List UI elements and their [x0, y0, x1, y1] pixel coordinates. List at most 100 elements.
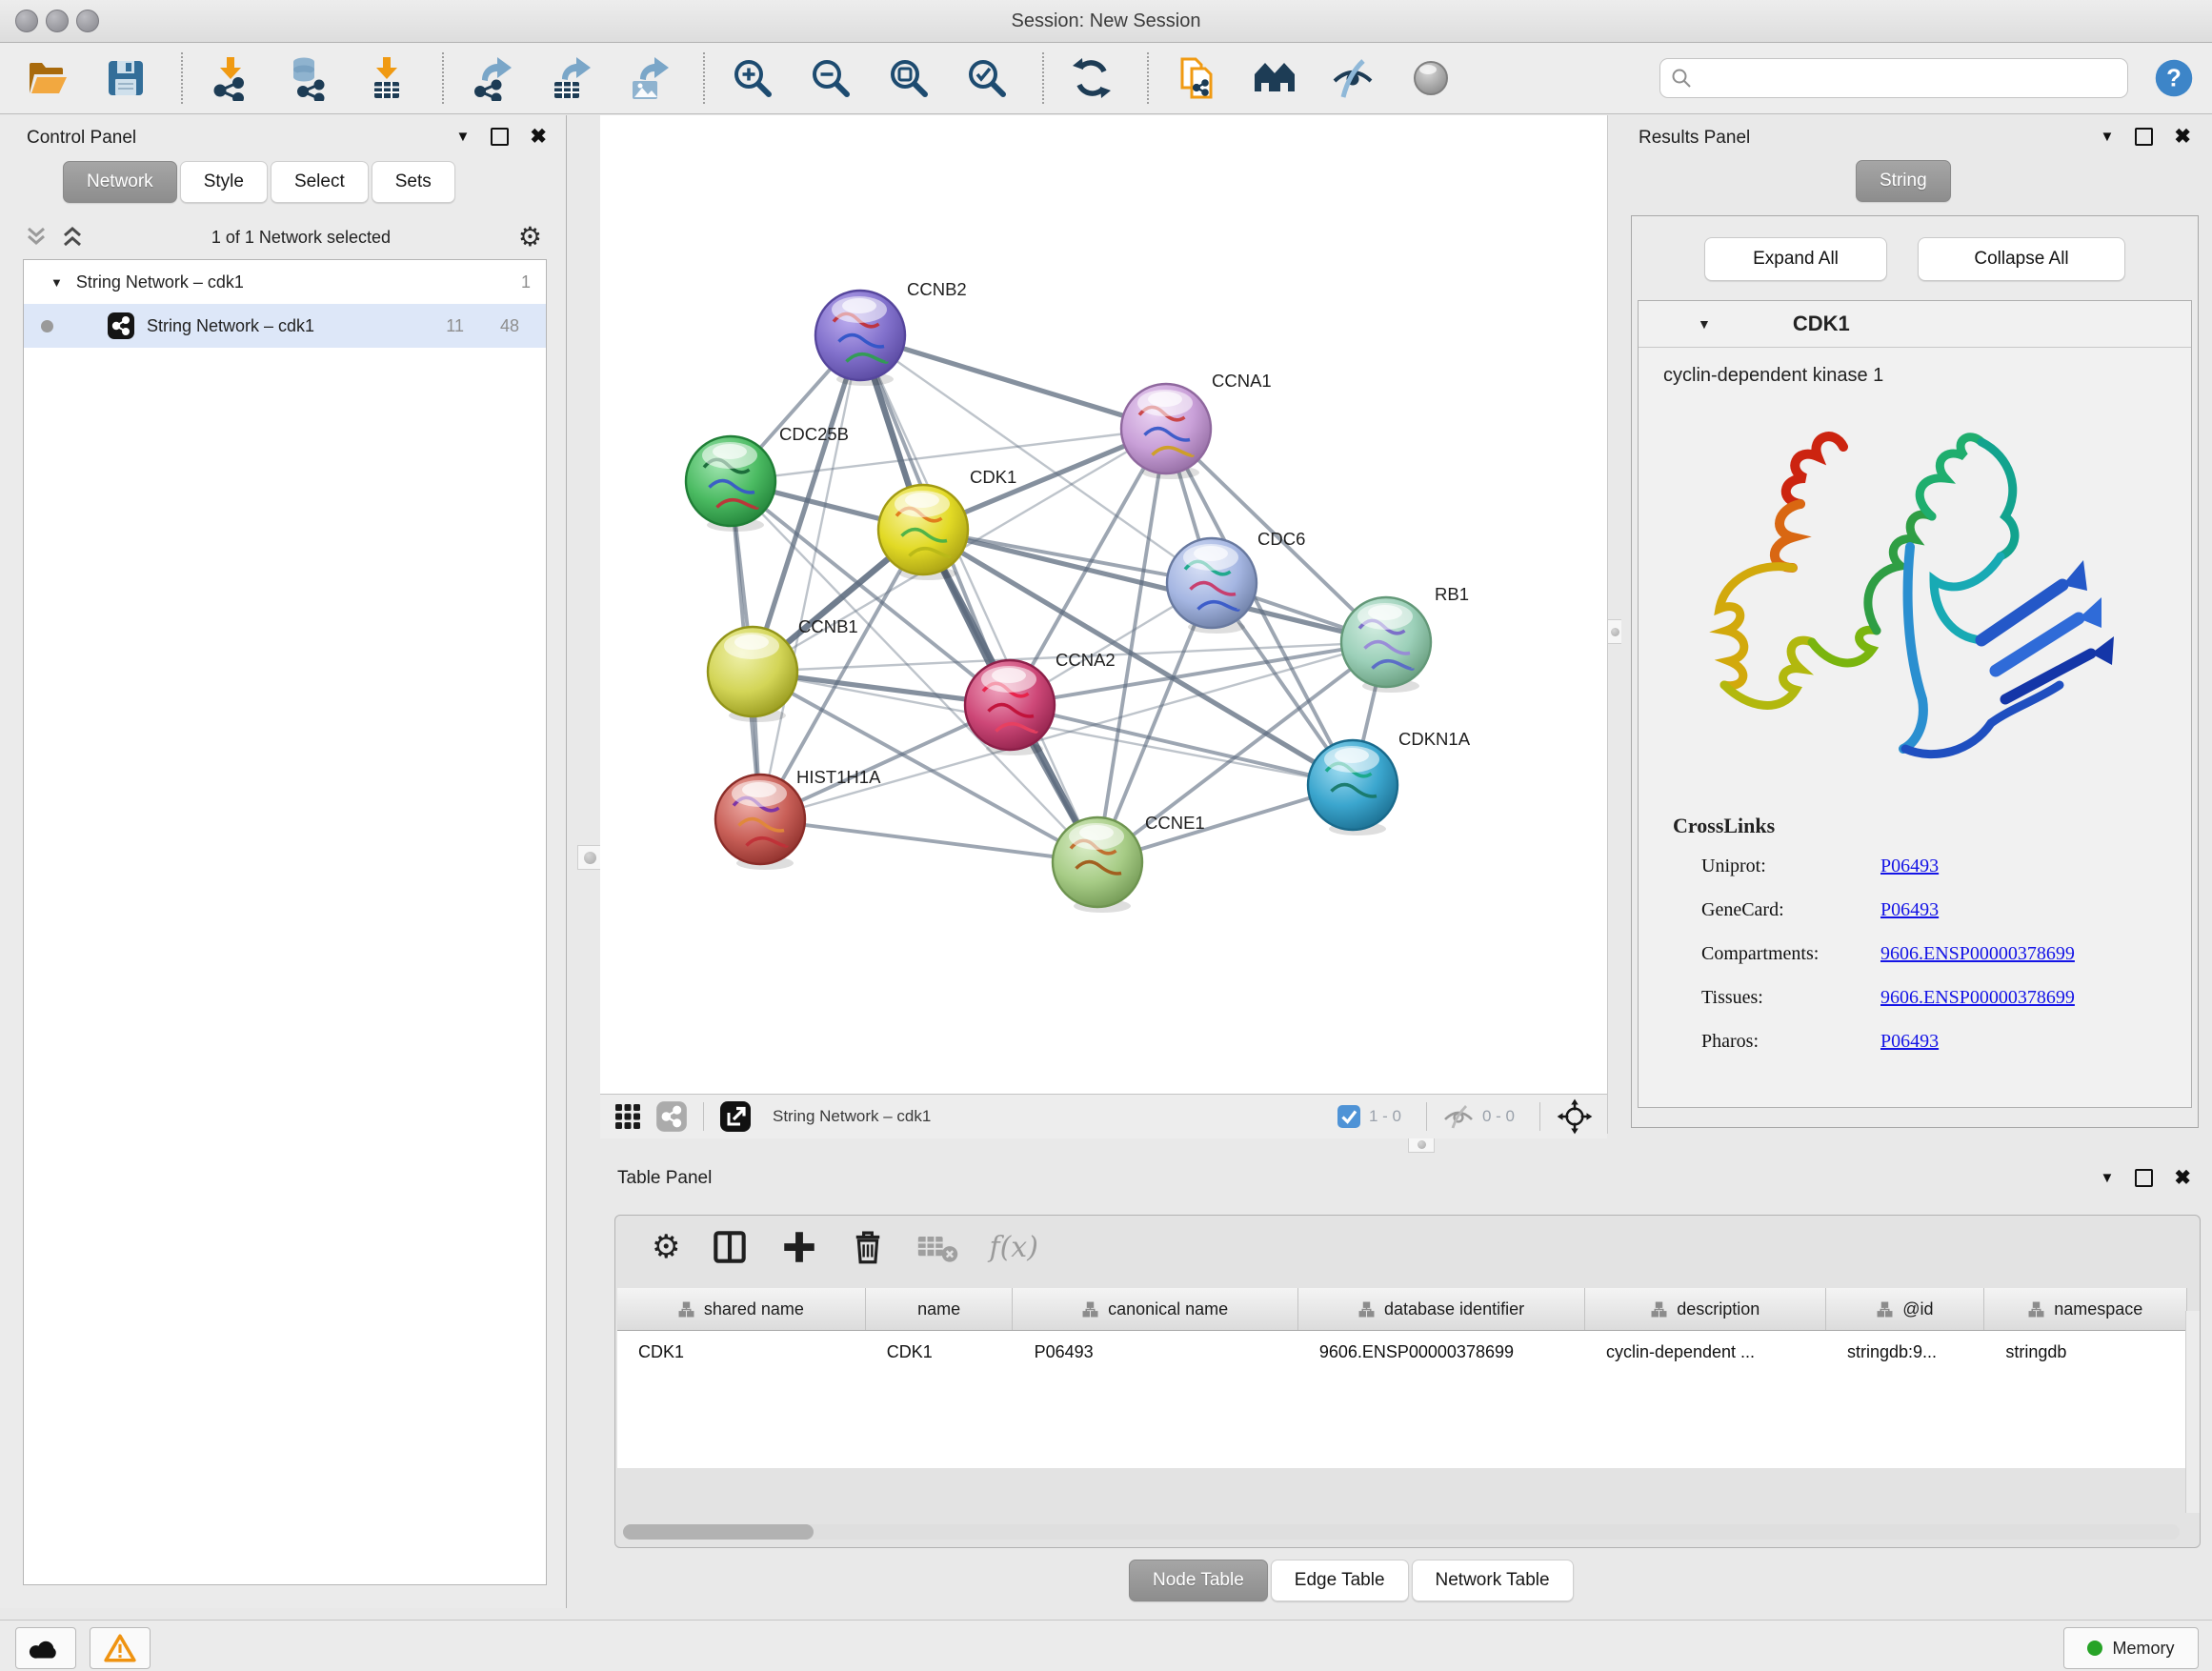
- network-edge[interactable]: [760, 819, 1097, 862]
- window-close-light[interactable]: [15, 10, 38, 32]
- network-node-CDKN1A[interactable]: [1308, 740, 1398, 830]
- warnings-button[interactable]: [90, 1627, 151, 1669]
- search-input[interactable]: [1693, 68, 2118, 90]
- table-cell[interactable]: 9606.ENSP00000378699: [1298, 1331, 1585, 1373]
- fit-content-crosshair-icon[interactable]: [1556, 1097, 1594, 1136]
- protein-section-header[interactable]: ▼ CDK1: [1639, 301, 2191, 348]
- table-settings-gear-icon[interactable]: ⚙: [652, 1231, 680, 1263]
- crosslink-link[interactable]: P06493: [1880, 856, 1939, 877]
- network-node-CDC6[interactable]: [1167, 538, 1257, 628]
- export-image-icon[interactable]: [625, 55, 671, 101]
- expand-all-chevron-icon[interactable]: [61, 227, 84, 248]
- vertical-scrollbar[interactable]: [2185, 1311, 2200, 1513]
- column-header-id[interactable]: @id: [1826, 1288, 1984, 1330]
- crosslink-link[interactable]: 9606.ENSP00000378699: [1880, 987, 2075, 1009]
- tree-expander-icon[interactable]: ▼: [50, 275, 63, 290]
- network-edge[interactable]: [860, 335, 1166, 429]
- network-node-CCNB2[interactable]: [815, 291, 905, 380]
- overview-houses-icon[interactable]: [1252, 55, 1297, 101]
- control-panel-tab-sets[interactable]: Sets: [372, 161, 455, 203]
- search-field[interactable]: [1659, 58, 2128, 98]
- network-edge[interactable]: [860, 335, 1097, 862]
- table-tab-network-table[interactable]: Network Table: [1412, 1560, 1574, 1601]
- zoom-selected-icon[interactable]: [964, 55, 1010, 101]
- column-header-namespace[interactable]: namespace: [1984, 1288, 2187, 1330]
- table-tab-node-table[interactable]: Node Table: [1129, 1560, 1268, 1601]
- control-panel-tab-network[interactable]: Network: [63, 161, 177, 203]
- zoom-in-icon[interactable]: [730, 55, 775, 101]
- import-network-file-icon[interactable]: [208, 55, 253, 101]
- show-graphics-details-icon[interactable]: [1408, 55, 1454, 101]
- save-session-icon[interactable]: [103, 55, 149, 101]
- collapse-all-chevron-icon[interactable]: [25, 227, 48, 248]
- column-header-canonical-name[interactable]: canonical name: [1013, 1288, 1297, 1330]
- crosslink-link[interactable]: P06493: [1880, 1031, 1939, 1053]
- network-node-RB1[interactable]: [1341, 597, 1431, 687]
- column-header-database-identifier[interactable]: database identifier: [1298, 1288, 1585, 1330]
- help-icon[interactable]: ?: [2153, 57, 2195, 99]
- delete-column-icon[interactable]: [848, 1227, 888, 1267]
- network-node-CCNA1[interactable]: [1121, 384, 1211, 473]
- network-node-CDC25B[interactable]: [686, 436, 775, 526]
- section-expander-icon[interactable]: ▼: [1698, 316, 1711, 332]
- table-tab-edge-table[interactable]: Edge Table: [1271, 1560, 1409, 1601]
- memory-button[interactable]: Memory: [2063, 1627, 2199, 1669]
- window-zoom-light[interactable]: [76, 10, 99, 32]
- table-cell[interactable]: CDK1: [866, 1331, 1014, 1373]
- control-panel-tab-style[interactable]: Style: [180, 161, 268, 203]
- network-list-view-icon[interactable]: [655, 1100, 688, 1133]
- window-minimize-light[interactable]: [46, 10, 69, 32]
- network-node-CCNB1[interactable]: [708, 627, 797, 716]
- detach-view-icon[interactable]: [719, 1100, 752, 1133]
- panel-close-icon[interactable]: ✖: [2174, 127, 2191, 147]
- zoom-out-icon[interactable]: [808, 55, 854, 101]
- expand-all-button[interactable]: Expand All: [1704, 237, 1887, 281]
- network-node-CCNA2[interactable]: [965, 660, 1055, 750]
- network-edge[interactable]: [923, 530, 1386, 642]
- network-edge[interactable]: [1010, 705, 1353, 785]
- import-network-database-icon[interactable]: [286, 55, 332, 101]
- control-panel-tab-select[interactable]: Select: [271, 161, 369, 203]
- horizontal-scrollbar-thumb[interactable]: [623, 1524, 814, 1540]
- cloud-button[interactable]: [15, 1627, 76, 1669]
- table-cell[interactable]: stringdb: [1984, 1331, 2187, 1373]
- table-row[interactable]: CDK1CDK1P064939606.ENSP00000378699cyclin…: [617, 1331, 2187, 1373]
- table-cell[interactable]: stringdb:9...: [1826, 1331, 1984, 1373]
- hide-graphics-details-icon[interactable]: [1330, 55, 1376, 101]
- column-header-shared-name[interactable]: shared name: [617, 1288, 866, 1330]
- collapse-all-button[interactable]: Collapse All: [1918, 237, 2125, 281]
- panel-collapse-icon[interactable]: ▼: [456, 130, 471, 144]
- column-header-description[interactable]: description: [1585, 1288, 1826, 1330]
- panel-float-icon[interactable]: [2135, 1169, 2153, 1187]
- panel-float-icon[interactable]: [491, 128, 509, 146]
- network-node-CDK1[interactable]: [878, 485, 968, 574]
- network-node-HIST1H1A[interactable]: [715, 775, 805, 864]
- add-column-icon[interactable]: [779, 1227, 819, 1267]
- horizontal-scrollbar[interactable]: [623, 1524, 2180, 1540]
- grid-view-icon[interactable]: [613, 1102, 642, 1131]
- export-network-icon[interactable]: [469, 55, 514, 101]
- open-session-icon[interactable]: [25, 55, 70, 101]
- panel-float-icon[interactable]: [2135, 128, 2153, 146]
- clone-network-icon[interactable]: [1174, 55, 1219, 101]
- table-cell[interactable]: P06493: [1014, 1331, 1298, 1373]
- column-header-name[interactable]: name: [866, 1288, 1014, 1330]
- network-edge[interactable]: [760, 335, 860, 819]
- selected-checkbox-icon[interactable]: [1337, 1104, 1361, 1129]
- panel-close-icon[interactable]: ✖: [530, 127, 547, 147]
- table-cell[interactable]: cyclin-dependent ...: [1585, 1331, 1826, 1373]
- network-collection-row[interactable]: ▼ String Network – cdk1 1: [24, 260, 546, 304]
- import-table-file-icon[interactable]: [364, 55, 410, 101]
- panel-close-icon[interactable]: ✖: [2174, 1168, 2191, 1188]
- panel-collapse-icon[interactable]: ▼: [2101, 1171, 2115, 1185]
- left-splitter-handle[interactable]: [577, 845, 602, 870]
- zoom-fit-icon[interactable]: [886, 55, 932, 101]
- results-tab-string[interactable]: String: [1856, 160, 1951, 202]
- panel-collapse-icon[interactable]: ▼: [2101, 130, 2115, 144]
- refresh-layout-icon[interactable]: [1069, 55, 1115, 101]
- table-cell[interactable]: CDK1: [617, 1331, 866, 1373]
- network-canvas[interactable]: CCNB2CCNA1CDC25BCDK1CDC6RB1CCNB1CCNA2CDK…: [600, 115, 1608, 1089]
- network-node-CCNE1[interactable]: [1053, 817, 1142, 907]
- crosslink-link[interactable]: P06493: [1880, 899, 1939, 921]
- export-table-icon[interactable]: [547, 55, 593, 101]
